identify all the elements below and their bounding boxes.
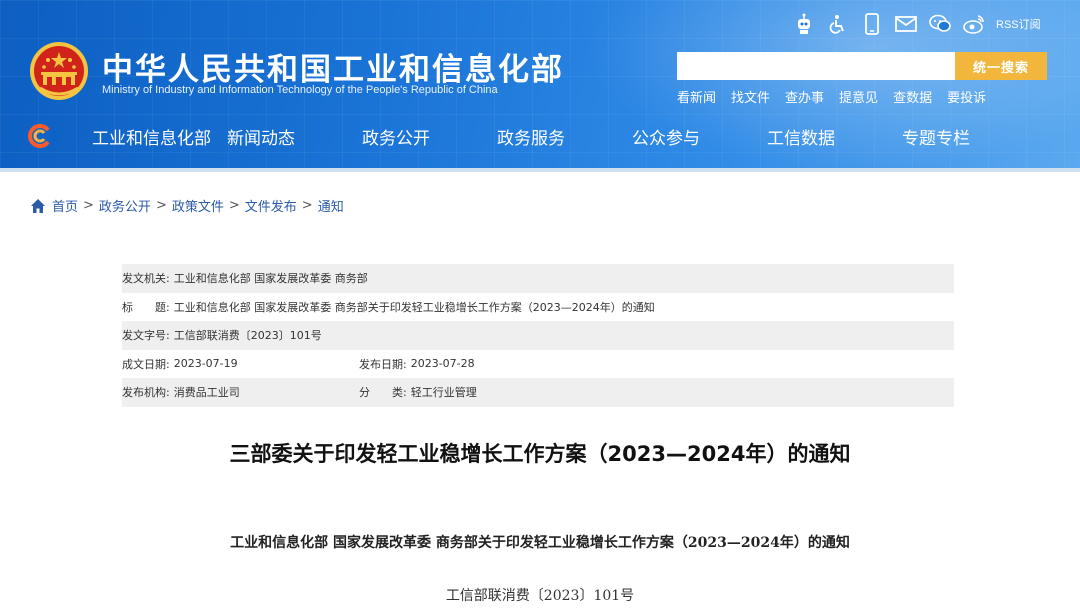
quick-link-documents[interactable]: 找文件 — [731, 87, 770, 106]
breadcrumb-separator: > — [83, 198, 94, 213]
quick-link-services[interactable]: 查办事 — [785, 87, 824, 106]
accessibility-icon[interactable] — [826, 12, 850, 36]
header-divider — [0, 168, 1080, 172]
nav-item-public-participation[interactable]: 公众参与 — [632, 124, 767, 149]
miit-logo-icon[interactable] — [28, 124, 52, 148]
meta-label: 标 题: — [122, 300, 170, 314]
search-input[interactable] — [677, 52, 955, 80]
quick-link-suggestions[interactable]: 提意见 — [839, 87, 878, 106]
site-header: 中华人民共和国工业和信息化部 Ministry of Industry and … — [0, 0, 1080, 168]
nav-item-ministry[interactable]: 工业和信息化部 — [92, 124, 227, 149]
top-utility-icons: RSS订阅 — [792, 12, 1041, 36]
quick-link-news[interactable]: 看新闻 — [677, 87, 716, 106]
breadcrumb: 首页 > 政务公开 > 政策文件 > 文件发布 > 通知 — [30, 196, 344, 215]
wechat-icon[interactable] — [928, 12, 952, 36]
meta-cell-category: 分 类: 轻工行业管理 — [359, 384, 759, 400]
meta-row-issuer: 发文机关: 工业和信息化部 国家发展改革委 商务部 — [122, 264, 954, 293]
meta-value-title: 工业和信息化部 国家发展改革委 商务部关于印发轻工业稳增长工作方案（2023—2… — [173, 300, 655, 314]
breadcrumb-separator: > — [228, 198, 240, 213]
breadcrumb-home[interactable]: 首页 — [52, 196, 78, 215]
rss-link[interactable]: RSS订阅 — [996, 16, 1041, 32]
meta-value-created: 2023-07-19 — [173, 357, 238, 371]
meta-value-published: 2023-07-28 — [410, 357, 475, 371]
meta-label: 发文机关: — [122, 272, 170, 286]
mobile-icon[interactable] — [860, 12, 884, 36]
breadcrumb-separator: > — [155, 198, 167, 213]
meta-value-category: 轻工行业管理 — [410, 386, 477, 400]
meta-value-org: 消费品工业司 — [173, 386, 240, 400]
site-title[interactable]: 中华人民共和国工业和信息化部 — [102, 44, 564, 89]
breadcrumb-document-release[interactable]: 文件发布 — [245, 196, 297, 215]
breadcrumb-policy-documents[interactable]: 政策文件 — [172, 196, 224, 215]
quick-link-complaints[interactable]: 要投诉 — [947, 87, 986, 106]
meta-value-doc-number: 工信部联消费〔2023〕101号 — [173, 329, 322, 343]
meta-value-issuer: 工业和信息化部 国家发展改革委 商务部 — [173, 272, 368, 286]
document-meta-table: 发文机关: 工业和信息化部 国家发展改革委 商务部 标 题: 工业和信息化部 国… — [122, 264, 954, 407]
nav-item-topics[interactable]: 专题专栏 — [902, 124, 1037, 149]
robot-icon[interactable] — [792, 12, 816, 36]
meta-label: 发布机构: — [122, 386, 170, 400]
meta-label: 分 类: — [359, 386, 407, 400]
meta-row-dates: 成文日期: 2023-07-19 发布日期: 2023-07-28 — [122, 350, 954, 379]
meta-cell-created: 成文日期: 2023-07-19 — [122, 356, 359, 372]
meta-label: 发文字号: — [122, 329, 170, 343]
nav-item-government-affairs[interactable]: 政务公开 — [362, 124, 497, 149]
meta-label: 成文日期: — [122, 357, 170, 371]
article-heading: 工业和信息化部 国家发展改革委 商务部关于印发轻工业稳增长工作方案（2023—2… — [230, 535, 850, 551]
breadcrumb-separator: > — [301, 198, 313, 213]
meta-row-org: 发布机构: 消费品工业司 分 类: 轻工行业管理 — [122, 378, 954, 407]
meta-cell-published: 发布日期: 2023-07-28 — [359, 356, 759, 372]
meta-label: 发布日期: — [359, 357, 407, 371]
site-subtitle: Ministry of Industry and Information Tec… — [102, 84, 498, 96]
national-emblem-icon[interactable] — [28, 40, 90, 102]
meta-cell-org: 发布机构: 消费品工业司 — [122, 384, 359, 400]
mail-icon[interactable] — [894, 12, 918, 36]
quick-link-data[interactable]: 查数据 — [893, 87, 932, 106]
breadcrumb-government-affairs[interactable]: 政务公开 — [99, 196, 151, 215]
weibo-icon[interactable] — [962, 12, 986, 36]
article-doc-number: 工信部联消费〔2023〕101号 — [445, 588, 635, 604]
article-title: 三部委关于印发轻工业稳增长工作方案（2023—2024年）的通知 — [229, 442, 851, 466]
nav-item-government-services[interactable]: 政务服务 — [497, 124, 632, 149]
quick-links: 看新闻 找文件 查办事 提意见 查数据 要投诉 — [677, 87, 1001, 106]
home-icon[interactable] — [30, 198, 46, 214]
breadcrumb-notice[interactable]: 通知 — [318, 196, 344, 215]
meta-row-doc-number: 发文字号: 工信部联消费〔2023〕101号 — [122, 321, 954, 350]
main-nav: 工业和信息化部 新闻动态 政务公开 政务服务 公众参与 工信数据 专题专栏 — [92, 124, 1037, 149]
nav-item-news[interactable]: 新闻动态 — [227, 124, 362, 149]
nav-item-data[interactable]: 工信数据 — [767, 124, 902, 149]
meta-row-title: 标 题: 工业和信息化部 国家发展改革委 商务部关于印发轻工业稳增长工作方案（2… — [122, 293, 954, 322]
search-button[interactable]: 统一搜索 — [955, 52, 1047, 80]
